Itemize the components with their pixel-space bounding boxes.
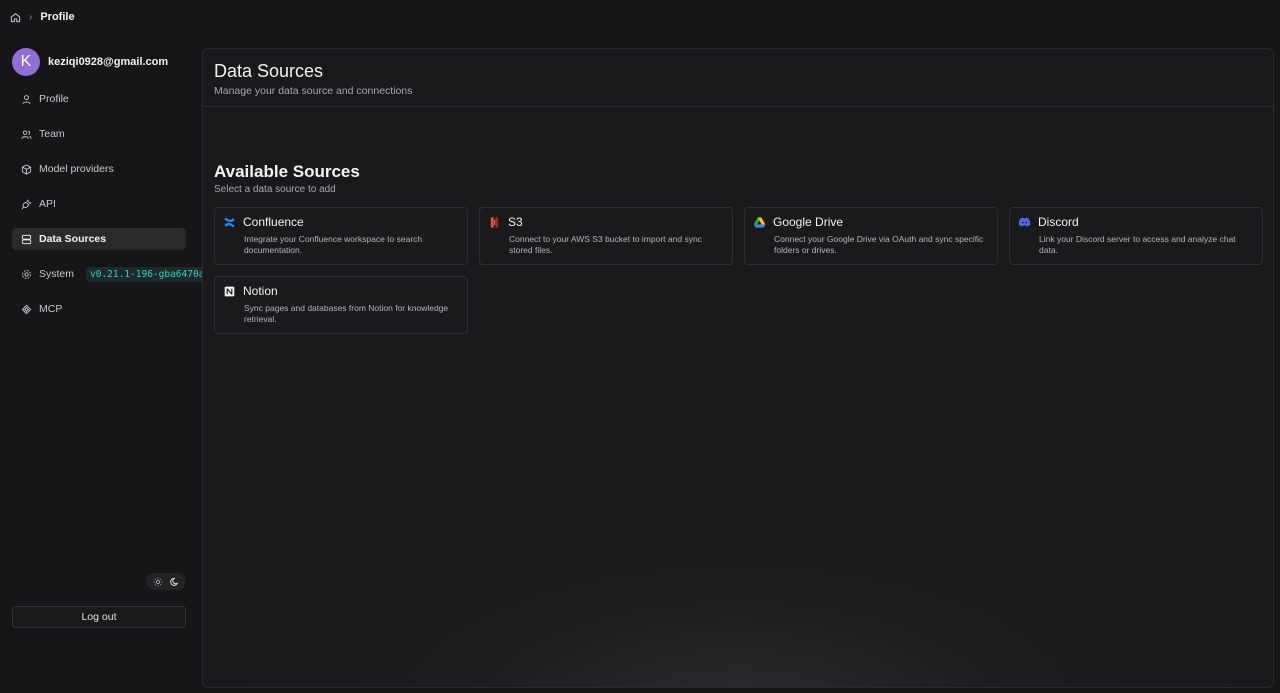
logout-button[interactable]: Log out xyxy=(12,606,186,628)
page-header: Data Sources Manage your data source and… xyxy=(203,49,1273,107)
avatar[interactable]: K xyxy=(12,48,40,76)
source-title: Discord xyxy=(1038,215,1079,229)
sidebar-item-label: Data Sources xyxy=(39,233,107,245)
database-icon xyxy=(21,234,32,244)
breadcrumb-current: Profile xyxy=(40,11,75,23)
source-title: Notion xyxy=(243,284,278,298)
source-card-notion[interactable]: Notion Sync pages and databases from Not… xyxy=(214,276,468,334)
moon-icon[interactable] xyxy=(169,577,180,587)
sidebar-nav: Profile Team Model providers API Data So… xyxy=(12,88,215,333)
available-sources-header: Available Sources Select a data source t… xyxy=(214,162,360,195)
section-subtitle: Select a data source to add xyxy=(214,184,336,195)
section-title: Available Sources xyxy=(214,162,360,181)
sidebar-item-mcp[interactable]: MCP xyxy=(12,298,186,320)
page-title: Data Sources xyxy=(214,61,324,81)
sun-icon[interactable] xyxy=(153,577,163,587)
sidebar-item-profile[interactable]: Profile xyxy=(12,88,186,110)
discord-icon xyxy=(1018,217,1031,227)
home-icon[interactable] xyxy=(10,12,21,23)
source-card-discord[interactable]: Discord Link your Discord server to acce… xyxy=(1009,207,1263,265)
source-description: Sync pages and databases from Notion for… xyxy=(244,303,449,324)
source-card-google-drive[interactable]: Google Drive Connect your Google Drive v… xyxy=(744,207,998,265)
source-description: Connect your Google Drive via OAuth and … xyxy=(774,234,984,255)
sidebar-item-system[interactable]: System v0.21.1-196-gba6470a7 xyxy=(12,263,215,285)
sidebar-item-label: API xyxy=(39,198,56,210)
sidebar-item-label: MCP xyxy=(39,303,63,315)
sidebar-item-model-providers[interactable]: Model providers xyxy=(12,158,186,180)
notion-icon xyxy=(224,286,235,296)
google-drive-icon xyxy=(753,216,766,228)
source-title: Confluence xyxy=(243,215,304,229)
box-icon xyxy=(21,163,32,175)
version-badge: v0.21.1-196-gba6470a7 xyxy=(86,266,215,282)
source-description: Link your Discord server to access and a… xyxy=(1039,234,1236,255)
theme-toggle[interactable] xyxy=(146,573,186,590)
sidebar-item-api[interactable]: API xyxy=(12,193,186,215)
source-title: Google Drive xyxy=(773,215,844,229)
user-email: keziqi0928@gmail.com xyxy=(48,56,169,68)
s3-icon xyxy=(490,216,499,228)
source-description: Connect to your AWS S3 bucket to import … xyxy=(509,234,702,255)
sidebar-item-data-sources[interactable]: Data Sources xyxy=(12,228,186,250)
source-title: S3 xyxy=(508,215,523,229)
source-card-confluence[interactable]: Confluence Integrate your Confluence wor… xyxy=(214,207,468,265)
sidebar-item-label: Model providers xyxy=(39,163,114,175)
breadcrumb: › Profile xyxy=(0,0,1280,34)
mcp-icon xyxy=(21,304,32,314)
user-icon xyxy=(22,94,31,104)
source-description: Integrate your Confluence workspace to s… xyxy=(244,234,423,255)
sidebar-item-label: System xyxy=(39,268,75,280)
confluence-icon xyxy=(224,216,235,228)
sidebar-item-label: Team xyxy=(39,128,65,140)
source-card-s3[interactable]: S3 Connect to your AWS S3 bucket to impo… xyxy=(479,207,733,265)
users-icon xyxy=(21,129,32,139)
user-profile: K keziqi0928@gmail.com xyxy=(12,48,168,76)
chevron-right-icon: › xyxy=(29,11,33,23)
sidebar-item-team[interactable]: Team xyxy=(12,123,186,145)
main-panel: Data Sources Manage your data source and… xyxy=(202,48,1274,688)
sidebar: K keziqi0928@gmail.com Profile Team Mode… xyxy=(0,44,215,693)
sidebar-item-label: Profile xyxy=(39,93,69,105)
plug-icon xyxy=(21,199,32,209)
page-subtitle: Manage your data source and connections xyxy=(214,85,413,97)
gear-icon xyxy=(22,269,31,279)
